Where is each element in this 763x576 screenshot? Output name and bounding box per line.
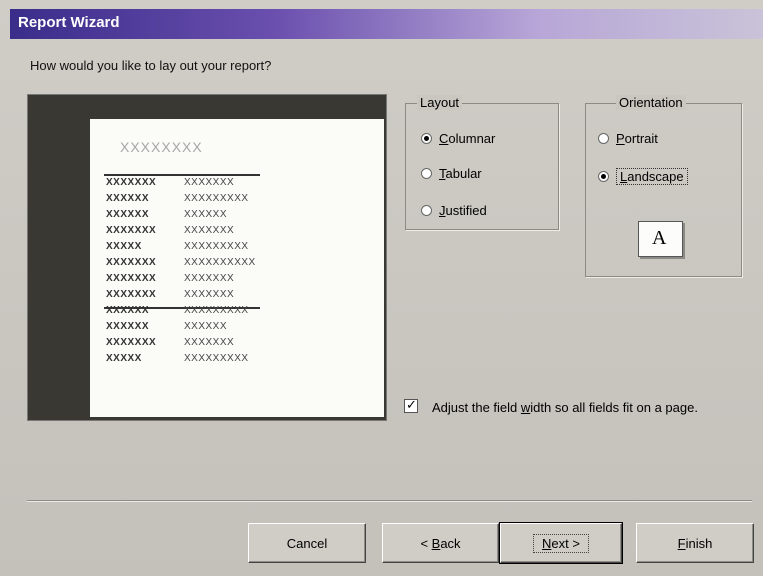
- preview-row-label: XXXXXX: [106, 305, 150, 316]
- preview-row-label: XXXXXXX: [106, 225, 157, 236]
- radio-portrait-dot[interactable]: [598, 133, 609, 144]
- preview-row-value: XXXXXXX: [184, 337, 235, 348]
- preview-row-value: XXXXXX: [184, 209, 228, 220]
- preview-row-label: XXXXX: [106, 241, 142, 252]
- preview-row: XXXXXXX XXXXXXX: [106, 225, 234, 237]
- layout-group: Layout Columnar Tabular Justified: [405, 95, 559, 230]
- finish-button-label: Finish: [678, 536, 713, 551]
- preview-row: XXXXXXXXXXXXXX: [106, 241, 249, 253]
- preview-row-value: XXXXXXXXX: [184, 353, 249, 364]
- back-rest: ack: [440, 535, 461, 551]
- cancel-button-label: Cancel: [286, 535, 328, 551]
- radio-landscape-label: andscape: [627, 169, 684, 184]
- preview-row-value: XXXXXX: [184, 321, 228, 332]
- preview-heading: XXXXXXXX: [120, 139, 203, 155]
- preview-rule-top: [104, 174, 260, 176]
- radio-columnar-dot[interactable]: [421, 133, 432, 144]
- preview-row-value: XXXXXXX: [184, 177, 235, 188]
- radio-portrait[interactable]: Portrait: [598, 131, 658, 146]
- preview-row: XXXXXXX XXXXXXX: [106, 177, 234, 189]
- radio-columnar-label: olumnar: [448, 131, 496, 146]
- preview-row: XXXXXX XXXXXX: [106, 209, 227, 221]
- preview-row-label: XXXXXXX: [106, 273, 157, 284]
- preview-row-value: XXXXXXXXX: [184, 241, 249, 252]
- radio-tabular-dot[interactable]: [421, 168, 432, 179]
- preview-row-value: XXXXXXX: [184, 225, 235, 236]
- radio-landscape-dot[interactable]: [598, 171, 609, 182]
- adjust-label-mnemonic: w: [520, 400, 531, 415]
- preview-row-label: XXXXXXX: [106, 177, 157, 188]
- preview-page: XXXXXXXX XXXXXXX XXXXXXX XXXXXX XXXXXXXXX XX…: [90, 119, 384, 417]
- preview-row: XXXXXXX XXXXXXX: [106, 337, 234, 349]
- radio-columnar-mnemonic: C: [439, 131, 449, 146]
- radio-justified-label: ustified: [445, 203, 487, 218]
- finish-mnemonic: F: [677, 535, 686, 551]
- preview-row-value: XXXXXXX: [184, 273, 235, 284]
- landscape-focus-rect: Landscape: [616, 168, 688, 185]
- preview-row-label: XXXXXXX: [106, 337, 157, 348]
- preview-row-label: XXXXXXX: [106, 289, 157, 300]
- next-button[interactable]: Next >: [499, 522, 623, 564]
- preview-row-label: XXXXXX: [106, 193, 150, 204]
- back-prefix: <: [420, 535, 432, 551]
- cancel-button[interactable]: Cancel: [248, 523, 366, 563]
- report-wizard-window: Report Wizard How would you like to lay …: [0, 0, 763, 576]
- preview-row: XXXXXX XXXXXX: [106, 321, 227, 333]
- back-button[interactable]: < Back: [382, 523, 499, 563]
- radio-justified[interactable]: Justified: [421, 203, 487, 218]
- preview-row: XXXXXXX XXXXXXX: [106, 289, 234, 301]
- radio-landscape[interactable]: Landscape: [598, 168, 688, 185]
- finish-rest: inish: [685, 535, 713, 551]
- checkmark-icon: ✓: [406, 397, 417, 412]
- orientation-group: Orientation Portrait Landscape A: [585, 95, 742, 277]
- radio-portrait-label: ortrait: [624, 131, 658, 146]
- radio-tabular[interactable]: Tabular: [421, 166, 482, 181]
- radio-portrait-mnemonic: P: [616, 131, 625, 146]
- back-button-label: < Back: [420, 536, 460, 551]
- preview-row: XXXXXX XXXXXXXXX: [106, 193, 249, 205]
- preview-row-label: XXXXXXX: [106, 257, 157, 268]
- radio-justified-dot[interactable]: [421, 205, 432, 216]
- layout-group-title: Layout: [417, 95, 463, 110]
- question-text: How would you like to lay out your repor…: [30, 58, 272, 73]
- title-bar: Report Wizard: [10, 9, 763, 39]
- preview-row: XXXXXXX XXXXXXXXXX: [106, 257, 256, 269]
- preview-row-value: XXXXXXXXX: [184, 193, 249, 204]
- preview-row: XXXXXX XXXXXXXXX: [106, 305, 249, 317]
- preview-row: XXXXXXX XXXXXXX: [106, 273, 234, 285]
- adjust-width-label[interactable]: Adjust the field width so all fields fit…: [432, 399, 732, 417]
- radio-tabular-label: abular: [445, 166, 482, 181]
- next-mnemonic: N: [542, 535, 552, 551]
- next-rest: ext >: [551, 535, 580, 551]
- button-separator: [27, 500, 752, 501]
- preview-row-value: XXXXXXXXX: [184, 305, 249, 316]
- finish-button[interactable]: Finish: [636, 523, 754, 563]
- preview-row-label: XXXXXX: [106, 321, 150, 332]
- adjust-label-part2: idth so all fields fit on a page.: [530, 400, 698, 415]
- preview-row-value: XXXXXXX: [184, 289, 235, 300]
- layout-preview: XXXXXXXX XXXXXXX XXXXXXX XXXXXX XXXXXXXXX XX…: [27, 94, 387, 421]
- preview-row-label: XXXXX: [106, 353, 142, 364]
- radio-columnar[interactable]: Columnar: [421, 131, 495, 146]
- adjust-label-part1: Adjust the field: [432, 400, 521, 415]
- landscape-page-icon: A: [638, 221, 683, 257]
- next-button-label: Next >: [533, 533, 589, 553]
- preview-row-value: XXXXXXXXXX: [184, 257, 256, 268]
- window-title: Report Wizard: [18, 14, 120, 31]
- preview-row-label: XXXXXX: [106, 209, 150, 220]
- orientation-group-title: Orientation: [616, 95, 686, 110]
- landscape-icon-letter: A: [652, 227, 667, 249]
- preview-row: XXXXXXXXXXXXXX: [106, 353, 249, 365]
- adjust-width-checkbox[interactable]: ✓: [404, 397, 418, 413]
